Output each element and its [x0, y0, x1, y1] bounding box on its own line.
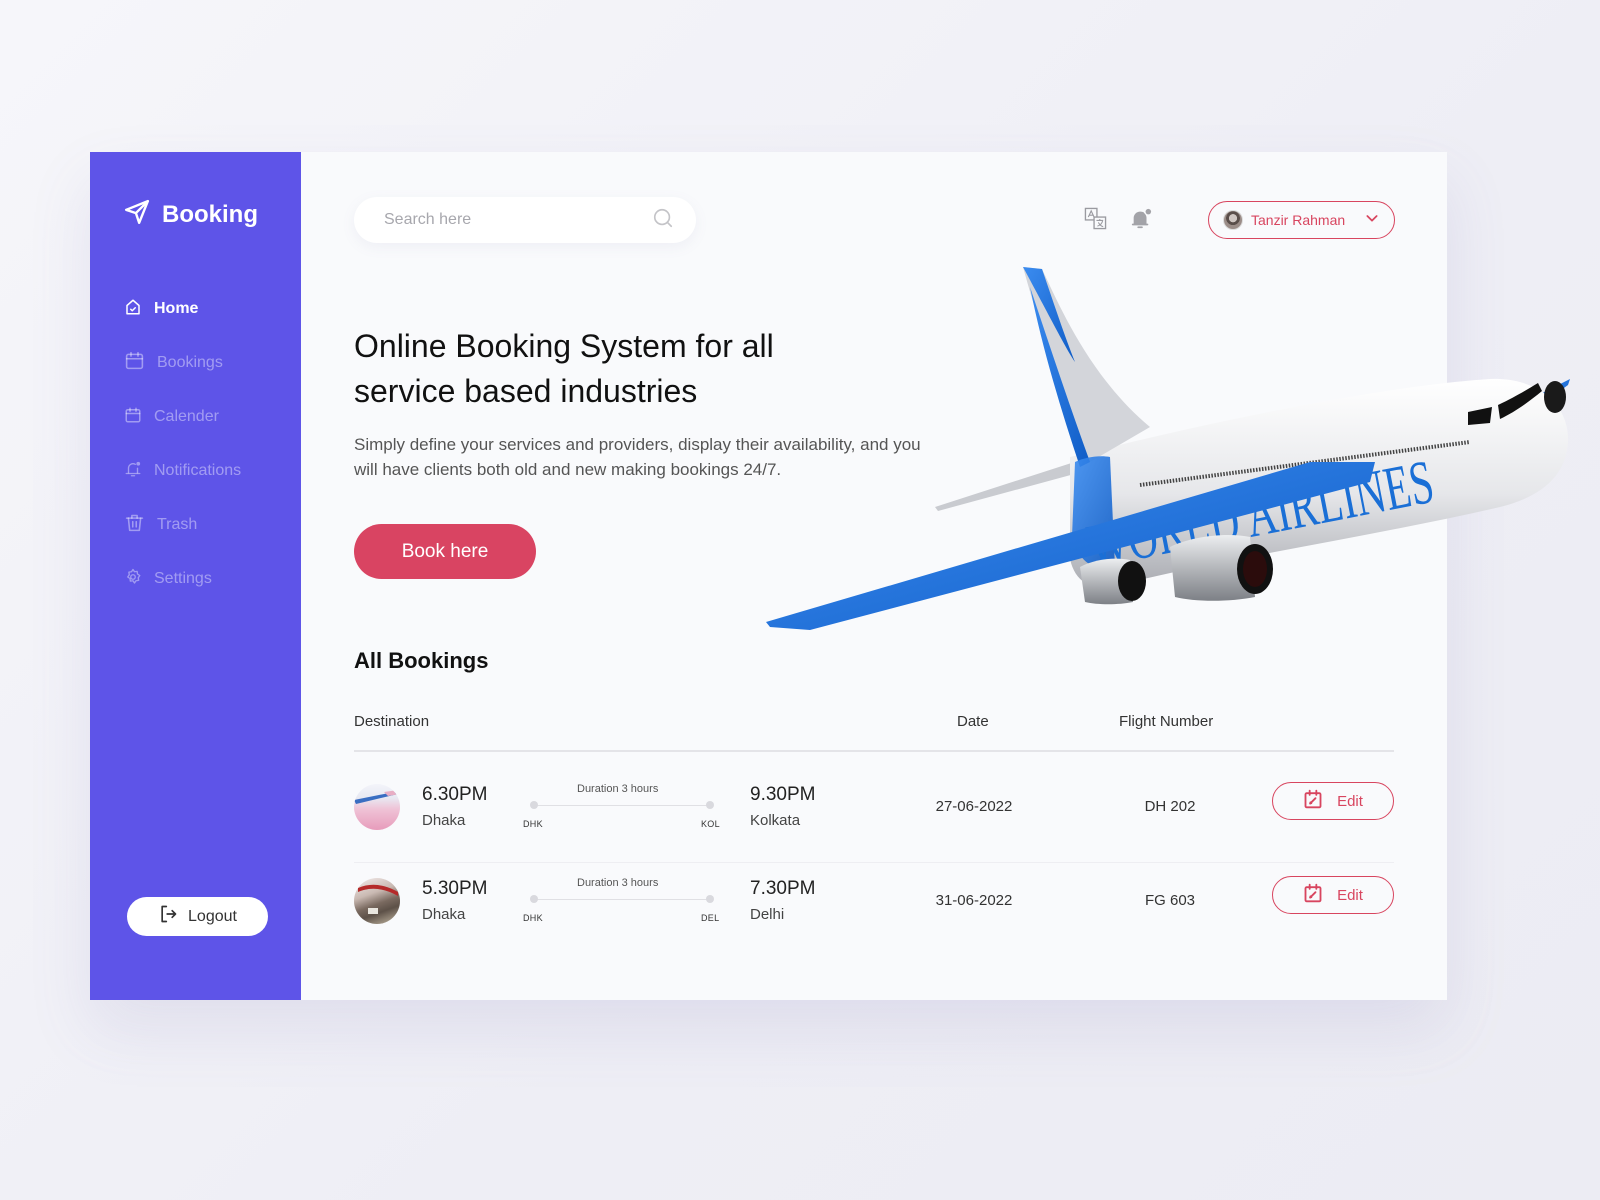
- search-input[interactable]: [384, 211, 652, 229]
- sidebar-item-calender[interactable]: Calender: [124, 390, 241, 444]
- departure-time: 5.30PM: [422, 878, 488, 899]
- edit-button[interactable]: Edit: [1272, 782, 1394, 820]
- bell-icon: [124, 460, 142, 483]
- route-line: [535, 805, 710, 806]
- flight-duration: Duration 3 hours: [577, 783, 659, 795]
- route-destination-dot: [706, 895, 714, 903]
- brand[interactable]: Booking: [124, 199, 258, 230]
- chevron-down-icon: [1364, 210, 1380, 231]
- translate-icon[interactable]: [1084, 207, 1107, 235]
- edit-label: Edit: [1337, 792, 1363, 810]
- arrival-time: 7.30PM: [750, 878, 816, 899]
- arrival-city: Delhi: [750, 906, 785, 923]
- departure-time: 6.30PM: [422, 784, 488, 805]
- app-window: Booking Home Bookings Calender Notificat…: [90, 152, 1570, 1000]
- sidebar-item-trash[interactable]: Trash: [124, 498, 241, 552]
- trash-icon: [124, 512, 145, 538]
- sidebar-item-label: Bookings: [157, 354, 223, 371]
- sidebar-item-label: Calender: [154, 408, 219, 425]
- route-origin-dot: [530, 895, 538, 903]
- route-line: [535, 899, 710, 900]
- sidebar-item-label: Settings: [154, 570, 212, 587]
- user-name: Tanzir Rahman: [1251, 212, 1346, 228]
- flight-duration: Duration 3 hours: [577, 877, 659, 889]
- gear-icon: [124, 568, 142, 591]
- sidebar-item-label: Notifications: [154, 462, 242, 479]
- sidebar-item-label: Home: [154, 300, 199, 317]
- search-icon[interactable]: [652, 207, 674, 234]
- header-divider: [354, 750, 1394, 752]
- calendar-icon: [124, 350, 145, 376]
- notification-bell-icon[interactable]: [1130, 208, 1152, 235]
- table-row: 5.30PM Dhaka Duration 3 hours DHK DEL 7.…: [354, 863, 1394, 957]
- origin-code: DHK: [523, 913, 543, 923]
- sidebar-item-notifications[interactable]: Notifications: [124, 444, 241, 498]
- brand-label: Booking: [162, 200, 258, 228]
- airplane-illustration: WORLD AIRLINES: [766, 267, 1570, 630]
- search-bar: [354, 197, 696, 243]
- sidebar-item-settings[interactable]: Settings: [124, 552, 241, 606]
- column-header-flight-number: Flight Number: [1119, 713, 1214, 730]
- route-origin-dot: [530, 801, 538, 809]
- flight-thumbnail: [354, 784, 400, 830]
- sidebar-item-label: Trash: [157, 516, 198, 533]
- column-header-date: Date: [957, 713, 989, 730]
- arrival-time: 9.30PM: [750, 784, 816, 805]
- sidebar: Booking Home Bookings Calender Notificat…: [90, 152, 301, 1000]
- flight-number: DH 202: [1144, 798, 1196, 815]
- logout-button[interactable]: Logout: [127, 897, 268, 936]
- booking-date: 27-06-2022: [935, 798, 1013, 815]
- table-row: 6.30PM Dhaka Duration 3 hours DHK KOL 9.…: [354, 769, 1394, 863]
- logout-label: Logout: [188, 907, 237, 925]
- booking-date: 31-06-2022: [935, 892, 1013, 909]
- sidebar-item-home[interactable]: Home: [124, 282, 241, 336]
- home-icon: [124, 298, 142, 321]
- edit-button[interactable]: Edit: [1272, 876, 1394, 914]
- logout-icon: [158, 904, 178, 929]
- user-menu[interactable]: Tanzir Rahman: [1208, 201, 1395, 239]
- destination-code: KOL: [701, 819, 720, 829]
- flight-thumbnail: [354, 878, 400, 924]
- sidebar-item-bookings[interactable]: Bookings: [124, 336, 241, 390]
- departure-city: Dhaka: [422, 906, 466, 923]
- route-destination-dot: [706, 801, 714, 809]
- sidebar-nav: Home Bookings Calender Notifications Tra…: [124, 282, 241, 606]
- destination-code: DEL: [701, 913, 720, 923]
- departure-city: Dhaka: [422, 812, 466, 829]
- flight-number: FG 603: [1144, 892, 1196, 909]
- origin-code: DHK: [523, 819, 543, 829]
- section-title: All Bookings: [354, 648, 489, 673]
- column-header-destination: Destination: [354, 713, 430, 730]
- book-here-button[interactable]: Book here: [354, 524, 536, 579]
- avatar: [1223, 210, 1243, 230]
- calendar-icon: [124, 406, 142, 429]
- calendar-edit-icon: [1303, 883, 1323, 907]
- edit-label: Edit: [1337, 886, 1363, 904]
- paper-plane-icon: [124, 199, 150, 230]
- arrival-city: Kolkata: [750, 812, 801, 829]
- calendar-edit-icon: [1303, 789, 1323, 813]
